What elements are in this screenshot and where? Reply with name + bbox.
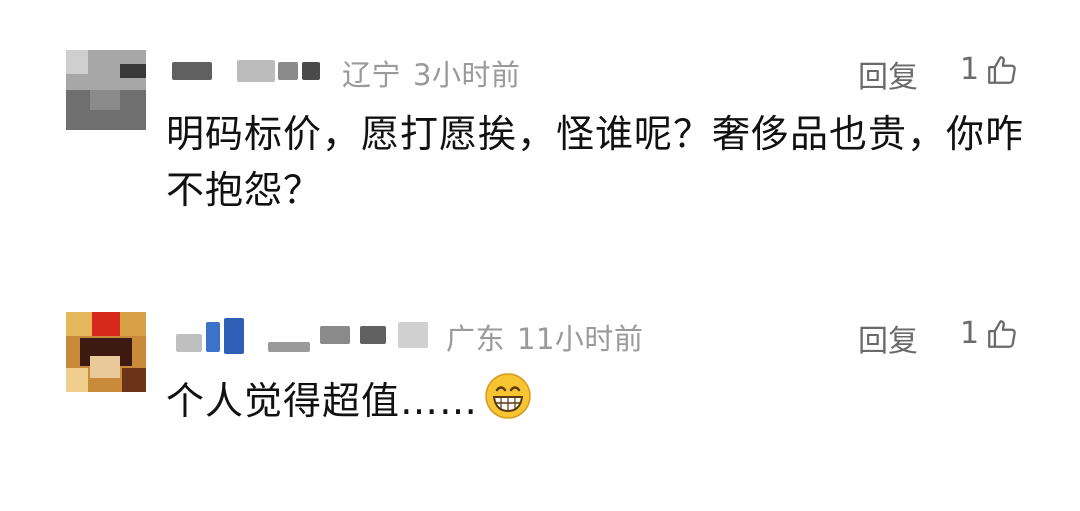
like-button[interactable]: 1 (960, 316, 1019, 351)
comment-meta: 辽宁 3小时前 (342, 52, 532, 94)
reply-button[interactable]: 回复 (858, 316, 918, 360)
like-button[interactable]: 1 (960, 52, 1019, 87)
location-label: 辽宁 (342, 58, 402, 92)
comment-text: 明码标价，愿打愿挨，怪谁呢？奢侈品也贵，你咋不抱怨？ (166, 112, 1025, 212)
avatar[interactable] (66, 50, 146, 130)
comment-meta: 广东 11小时前 (446, 316, 655, 358)
like-count: 1 (960, 52, 980, 87)
timestamp: 11小时前 (517, 322, 644, 356)
timestamp: 3小时前 (413, 58, 521, 92)
comment-text: 个人觉得超值…… (166, 372, 1026, 435)
avatar[interactable] (66, 312, 146, 392)
grinning-face-emoji (484, 372, 532, 435)
thumbs-up-icon (988, 319, 1016, 348)
location-label: 广东 (446, 322, 506, 356)
comment-text-content: 个人觉得超值…… (166, 379, 479, 423)
reply-button[interactable]: 回复 (858, 52, 918, 96)
like-count: 1 (960, 316, 980, 351)
thumbs-up-icon (988, 55, 1016, 84)
